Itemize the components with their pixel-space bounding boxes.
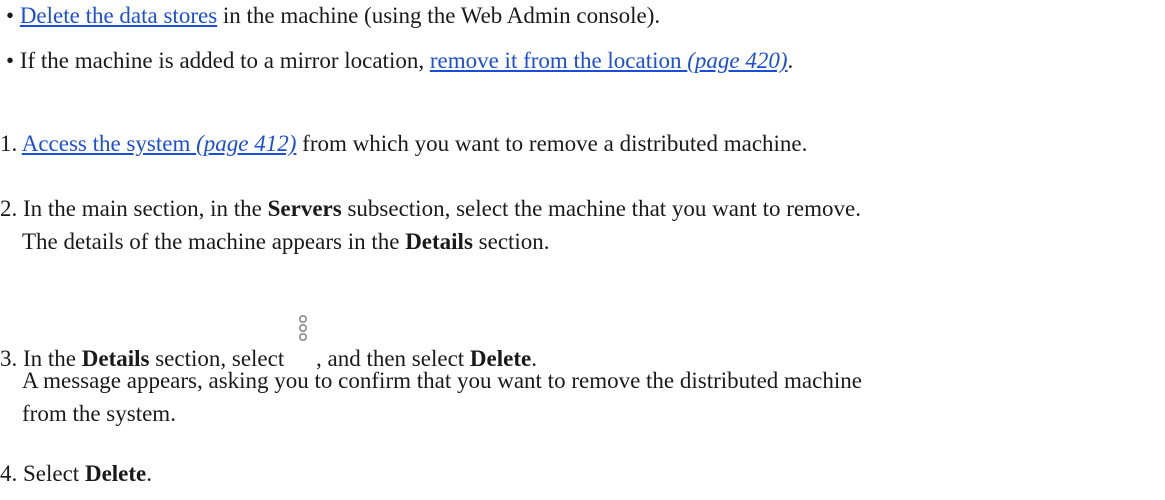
prereq-item-2-text: If the machine is added to a mirror loca… xyxy=(19,48,430,73)
step-3-line-2-text: A message appears, asking you to confirm… xyxy=(22,368,862,393)
step-number: 3. xyxy=(0,346,18,371)
page-ref-412: (page 412) xyxy=(196,131,297,156)
step-4-text-a: Select xyxy=(23,461,85,486)
bullet: • xyxy=(6,3,15,28)
remove-from-location-label: remove it from the location xyxy=(429,48,682,73)
page-ref-420: (page 420) xyxy=(687,48,788,73)
remove-from-location-link[interactable]: remove it from the location (page 420) xyxy=(430,48,788,73)
prereq-item-2: • If the machine is added to a mirror lo… xyxy=(6,47,793,75)
delete-label: Delete xyxy=(84,461,147,486)
step-1: 1. Access the system (page 412) from whi… xyxy=(0,130,807,158)
step-2-line2-a: The details of the machine appears in th… xyxy=(22,229,406,254)
access-system-link[interactable]: Access the system (page 412) xyxy=(22,131,297,156)
access-system-label: Access the system xyxy=(21,131,191,156)
step-2-line-1: 2. In the main section, in the Servers s… xyxy=(0,195,861,223)
delete-data-stores-link[interactable]: Delete the data stores xyxy=(20,3,217,28)
more-options-icon xyxy=(296,314,310,370)
step-2-text-b: subsection, select the machine that you … xyxy=(341,196,861,221)
servers-label: Servers xyxy=(267,196,342,221)
step-number: 2. xyxy=(0,196,18,221)
step-number: 4. xyxy=(0,461,18,486)
step-3-line-3-text: from the system. xyxy=(22,401,176,426)
prereq-item-1-text: in the machine (using the Web Admin cons… xyxy=(217,3,661,28)
step-4-text-b: . xyxy=(146,461,152,486)
step-3-line-2: A message appears, asking you to confirm… xyxy=(22,367,862,395)
details-label: Details xyxy=(405,229,473,254)
prereq-item-2-end: . xyxy=(787,48,794,73)
step-4: 4. Select Delete. xyxy=(0,460,152,488)
step-1-text: from which you want to remove a distribu… xyxy=(296,131,808,156)
step-2-text-a: In the main section, in the xyxy=(23,196,268,221)
step-2-line-2: The details of the machine appears in th… xyxy=(22,228,550,256)
step-2-line2-b: section. xyxy=(472,229,550,254)
prereq-item-1: • Delete the data stores in the machine … xyxy=(6,2,660,30)
step-number: 1. xyxy=(0,131,18,156)
bullet: • xyxy=(6,48,15,73)
step-3-line-3: from the system. xyxy=(22,400,176,428)
